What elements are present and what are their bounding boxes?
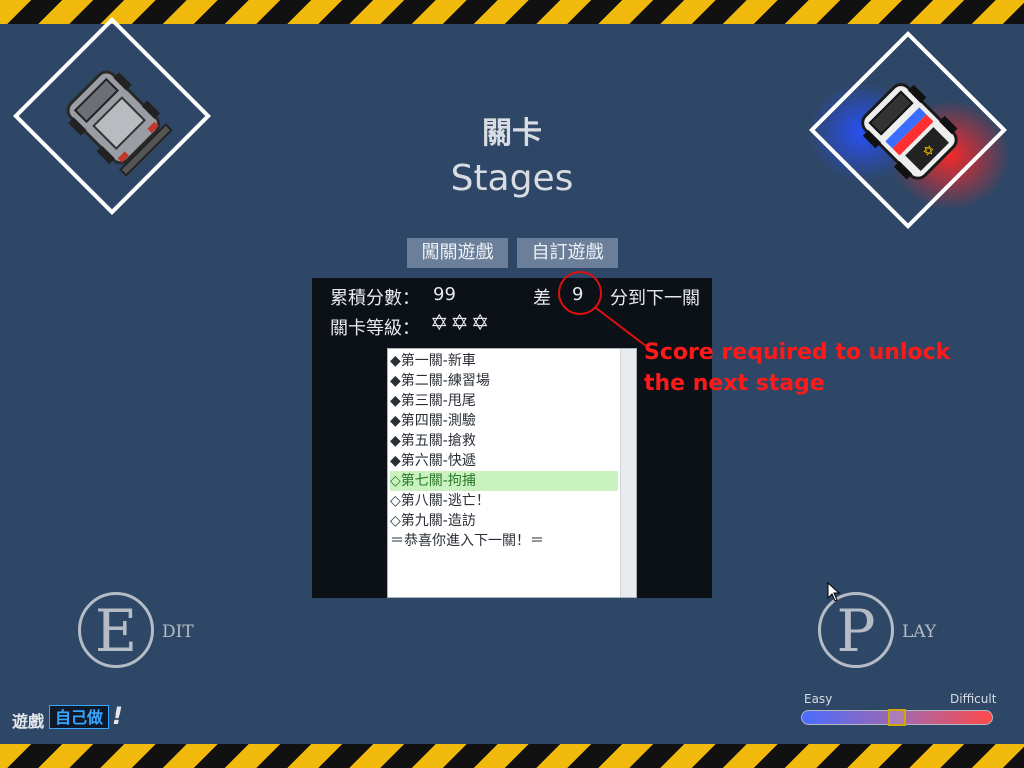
stage-list-item-1[interactable]: ◆第一關-新車 (390, 351, 618, 371)
stage-list-item-5[interactable]: ◆第五關-搶救 (390, 431, 618, 451)
play-word: LAY (902, 622, 937, 642)
stage-list-scrollbar[interactable] (620, 349, 636, 597)
stage-list-item-6[interactable]: ◆第六關-快遞 (390, 451, 618, 471)
stage-list-item-8[interactable]: ◇第八關-逃亡！ (390, 491, 618, 511)
brand-text-2: 自己做 (49, 705, 110, 729)
annotation-line-2: the next stage (644, 371, 825, 396)
difficulty-slider-thumb[interactable] (888, 709, 906, 726)
mouse-cursor-icon (827, 582, 841, 602)
difficulty-easy-label: Easy (804, 692, 833, 706)
stage-list-item-4[interactable]: ◆第四關-測驗 (390, 411, 618, 431)
stage-list-item-10[interactable]: ＝恭喜你進入下一關！＝ (390, 531, 618, 551)
annotation-line-1: Score required to unlock (644, 340, 951, 365)
stage-list[interactable]: ◆第一關-新車 ◆第二關-練習場 ◆第三關-甩尾 ◆第四關-測驗 ◆第五關-搶救… (387, 348, 637, 598)
annotation-text: Score required to unlock the next stage (644, 337, 984, 399)
stage-list-item-2[interactable]: ◆第二關-練習場 (390, 371, 618, 391)
brand-text-1: 遊戲 (12, 712, 45, 731)
stage-list-item-9[interactable]: ◇第九關-造訪 (390, 511, 618, 531)
stage-list-item-3[interactable]: ◆第三關-甩尾 (390, 391, 618, 411)
edit-word: DIT (162, 622, 194, 642)
play-letter: P (818, 592, 894, 668)
difficulty-hard-label: Difficult (950, 692, 997, 706)
edit-letter: E (78, 592, 154, 668)
brand-text-3: ! (112, 702, 123, 730)
stage-list-item-7-selected[interactable]: ◇第七關-拘捕 (390, 471, 618, 491)
